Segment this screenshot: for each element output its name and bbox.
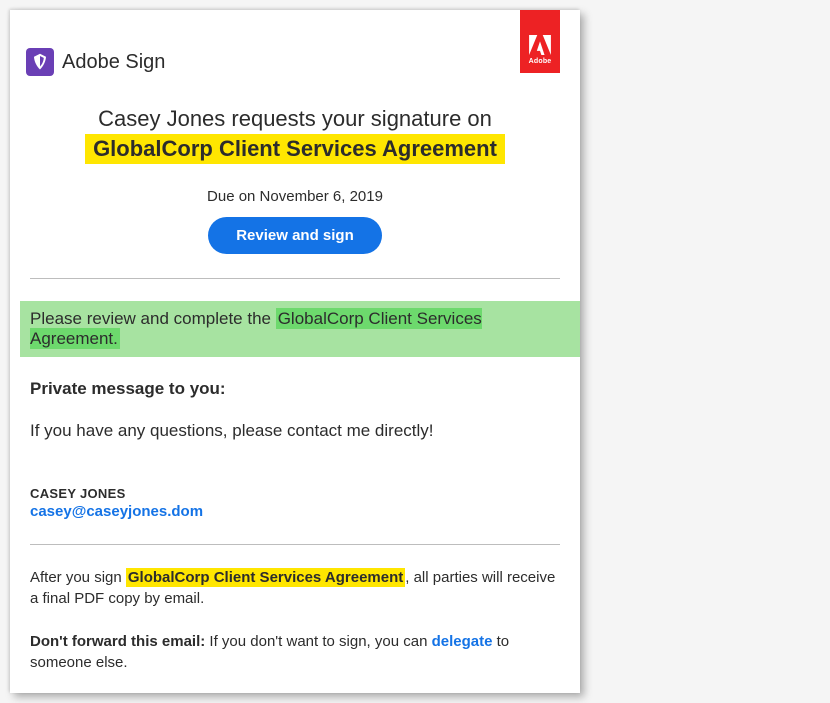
after-sign-doc: GlobalCorp Client Services Agreement: [126, 568, 405, 587]
after-sign-prefix: After you sign: [30, 569, 126, 586]
due-date: Due on November 6, 2019: [30, 188, 560, 205]
adobe-badge-label: Adobe: [529, 58, 552, 65]
email-card: Adobe Adobe Sign Casey Jones requests yo…: [10, 10, 580, 693]
product-name: Adobe Sign: [62, 51, 165, 74]
private-message-label: Private message to you:: [30, 379, 580, 399]
divider: [30, 278, 560, 279]
adobe-badge: Adobe: [520, 10, 560, 73]
adobe-logo-icon: [529, 35, 551, 55]
hero-section: Casey Jones requests your signature on G…: [10, 76, 580, 254]
review-prefix: Please review and complete the: [30, 309, 276, 328]
sender-email[interactable]: casey@caseyjones.dom: [30, 503, 580, 520]
forward-warning: Don't forward this email: If you don't w…: [30, 631, 560, 673]
review-instruction: Please review and complete the GlobalCor…: [20, 301, 580, 357]
forward-warning-lead: Don't forward this email:: [30, 633, 205, 650]
sender-block: CASEY JONES casey@caseyjones.dom: [30, 486, 580, 520]
forward-warning-mid: If you don't want to sign, you can: [205, 633, 431, 650]
adobe-sign-icon: [26, 48, 54, 76]
delegate-link[interactable]: delegate: [432, 633, 493, 650]
document-title: GlobalCorp Client Services Agreement: [85, 134, 505, 164]
after-sign-note: After you sign GlobalCorp Client Service…: [30, 567, 560, 609]
product-header: Adobe Sign: [10, 10, 580, 76]
private-message-body: If you have any questions, please contac…: [30, 421, 580, 441]
divider: [30, 544, 560, 545]
request-text: Casey Jones requests your signature on: [30, 106, 560, 132]
review-and-sign-button[interactable]: Review and sign: [208, 217, 382, 254]
sender-name: CASEY JONES: [30, 486, 580, 501]
